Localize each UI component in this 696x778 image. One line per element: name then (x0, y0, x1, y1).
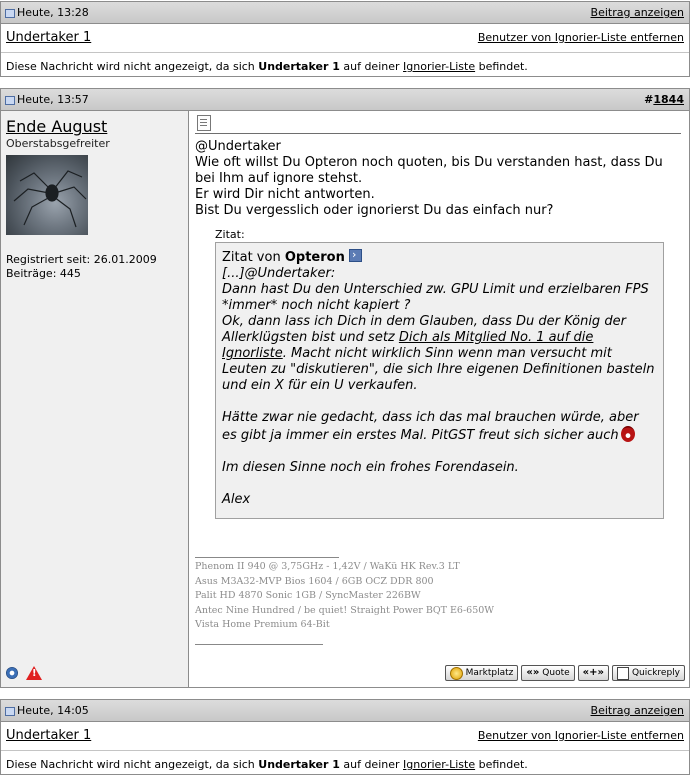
post-icon (5, 707, 15, 716)
post-header: Heute, 14:05 Beitrag anzeigen (1, 700, 689, 722)
ignored-message-row: Diese Nachricht wird nicht angezeigt, da… (1, 53, 689, 79)
ignore-list-link[interactable]: Ignorier-Liste (403, 60, 475, 73)
signature-divider (195, 557, 339, 558)
ignored-username-link[interactable]: Undertaker 1 (6, 728, 91, 743)
post-content: @Undertaker Wie oft willst Du Opteron no… (189, 111, 689, 687)
ignored-user-row: Undertaker 1 Benutzer von Ignorier-Liste… (1, 722, 689, 751)
post-icon (5, 9, 15, 18)
post-header: Heute, 13:57 #1844 (1, 89, 689, 111)
spider-avatar-image (13, 170, 87, 228)
marketplace-button[interactable]: Marktplatz (444, 665, 519, 681)
ignored-post-2: Heute, 14:05 Beitrag anzeigen Undertaker… (0, 699, 690, 775)
quote-button[interactable]: «» Quote (521, 665, 575, 681)
multiquote-button[interactable]: «+» (577, 665, 609, 681)
view-post-link[interactable]: Beitrag anzeigen (591, 704, 684, 717)
signature-end-divider (195, 644, 323, 645)
quote-header: Zitat von Opteron (222, 247, 657, 266)
ignored-post-1: Heute, 13:28 Beitrag anzeigen Undertaker… (0, 1, 690, 77)
message-icon (197, 115, 211, 131)
forum-post: Heute, 13:57 #1844 Ende August Oberstabs… (0, 88, 690, 688)
quote-icon: «» (526, 667, 540, 678)
post-action-buttons: Marktplatz «» Quote «+» Quickreply (444, 665, 685, 681)
user-sidebar: Ende August Oberstabsgefreiter Registrie… (1, 111, 189, 687)
title-divider (195, 133, 681, 134)
quote-text: [...]@Undertaker: Dann hast Du den Unter… (222, 266, 655, 507)
post-header: Heute, 13:28 Beitrag anzeigen (1, 2, 689, 24)
user-status-icons (6, 666, 42, 680)
post-date: Heute, 13:28 (5, 6, 89, 19)
offline-status-icon (6, 667, 18, 679)
ignored-message: Diese Nachricht wird nicht angezeigt, da… (6, 60, 528, 73)
ignored-message: Diese Nachricht wird nicht angezeigt, da… (6, 758, 528, 771)
ignore-list-link[interactable]: Ignorier-Liste (403, 758, 475, 771)
post-count: Beiträge: 445 (6, 267, 81, 280)
user-rank: Oberstabsgefreiter (6, 137, 110, 150)
ignored-message-row: Diese Nachricht wird nicht angezeigt, da… (1, 751, 689, 777)
report-post-icon[interactable] (26, 666, 42, 680)
user-stats: Registriert seit: 26.01.2009 Beiträge: 4… (6, 253, 157, 281)
remove-from-ignore-link[interactable]: Benutzer von Ignorier-Liste entfernen (478, 31, 684, 44)
remove-from-ignore-link[interactable]: Benutzer von Ignorier-Liste entfernen (478, 729, 684, 742)
ignored-user-row: Undertaker 1 Benutzer von Ignorier-Liste… (1, 24, 689, 53)
ignored-username-link[interactable]: Undertaker 1 (6, 30, 91, 45)
multiquote-icon: «+» (582, 667, 604, 678)
quote-author: Opteron (284, 250, 345, 265)
post-date: Heute, 13:57 (5, 93, 89, 106)
quickreply-icon (616, 666, 629, 680)
post-number: #1844 (644, 93, 684, 106)
registered-date: Registriert seit: 26.01.2009 (6, 253, 157, 266)
signature: Phenom II 940 @ 3,75GHz - 1,42V / WaKü H… (195, 561, 495, 630)
quickreply-button[interactable]: Quickreply (611, 665, 685, 681)
post-date: Heute, 14:05 (5, 704, 89, 717)
quote-box: Zitat von Opteron [...]@Undertaker: Dann… (215, 242, 664, 519)
avatar (6, 155, 88, 235)
view-post-link[interactable]: Beitrag anzeigen (591, 6, 684, 19)
devil-smiley-icon (620, 426, 635, 442)
post-icon (5, 96, 15, 105)
post-body: @Undertaker Wie oft willst Du Opteron no… (195, 139, 663, 218)
view-quoted-post-icon[interactable] (348, 247, 362, 263)
author-username-link[interactable]: Ende August (6, 117, 107, 136)
post-number-link[interactable]: 1844 (653, 93, 684, 106)
quote-label: Zitat: (215, 228, 245, 241)
marketplace-icon (449, 666, 463, 680)
